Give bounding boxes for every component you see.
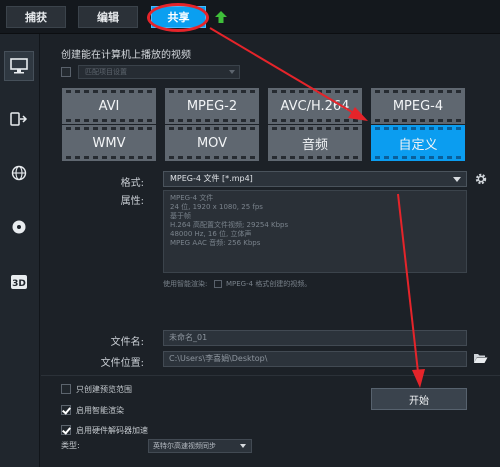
project-settings-select[interactable]: 匹配项目设置 <box>78 65 240 79</box>
hw-accel-checkbox[interactable] <box>61 425 71 435</box>
start-button[interactable]: 开始 <box>371 388 467 410</box>
device-icon <box>10 112 28 126</box>
property-line: 基于帧 <box>170 212 191 220</box>
property-line: MPEG AAC 音频: 256 Kbps <box>170 239 261 247</box>
divider <box>41 375 500 376</box>
gear-icon[interactable] <box>474 172 488 186</box>
format-select[interactable]: MPEG-4 文件 [*.mp4] <box>163 171 467 187</box>
properties-box: MPEG-4 文件 24 位, 1920 x 1080, 25 fps 基于帧 … <box>163 190 467 273</box>
preview-range-checkbox[interactable] <box>61 384 71 394</box>
format-avi[interactable]: AVI <box>62 88 156 124</box>
chevron-down-icon <box>240 444 246 448</box>
hw-accel-label: 启用硬件解码器加速 <box>76 426 148 435</box>
format-mpeg2[interactable]: MPEG-2 <box>165 88 259 124</box>
format-audio[interactable]: 音频 <box>268 125 362 161</box>
chevron-down-icon <box>453 177 461 182</box>
3d-icon: 3D <box>11 275 27 289</box>
preview-range-label: 只创建预览范围 <box>76 385 132 394</box>
sidebar-device[interactable] <box>4 104 34 134</box>
smart-render-hint: MPEG-4 格式创建的视频。 <box>226 280 312 288</box>
property-line: 48000 Hz, 16 位, 立体声 <box>170 230 252 238</box>
smart-render-option-checkbox[interactable] <box>61 405 71 415</box>
sidebar-web[interactable] <box>4 158 34 188</box>
folder-icon[interactable] <box>473 352 488 364</box>
type-select-value: 英特尔高速视频同步 <box>153 442 216 450</box>
property-line: H.264 高配置文件视频; 29254 Kbps <box>170 221 289 229</box>
smart-render-checkbox[interactable] <box>214 280 222 288</box>
globe-icon <box>11 165 27 181</box>
format-mpeg4[interactable]: MPEG-4 <box>371 88 465 124</box>
top-bar: 捕获 编辑 共享 <box>0 0 500 34</box>
type-label: 类型: <box>61 441 80 450</box>
smart-render-text: 使用智能渲染: <box>163 280 208 288</box>
location-input[interactable]: C:\Users\李喜娟\Desktop\ <box>163 351 467 367</box>
tab-capture[interactable]: 捕获 <box>6 6 66 28</box>
format-custom[interactable]: 自定义 <box>371 125 465 161</box>
format-avc[interactable]: AVC/H.264 <box>268 88 362 124</box>
filename-input[interactable]: 未命名_01 <box>163 330 467 346</box>
property-line: MPEG-4 文件 <box>170 194 214 202</box>
monitor-icon <box>10 58 28 74</box>
filename-label: 文件名: <box>110 337 144 348</box>
sidebar-disc[interactable] <box>4 212 34 242</box>
tab-edit[interactable]: 编辑 <box>78 6 138 28</box>
page-title: 创建能在计算机上播放的视频 <box>61 50 191 61</box>
dim-checkbox[interactable] <box>61 67 71 77</box>
upload-icon[interactable] <box>214 10 228 24</box>
sidebar-computer[interactable] <box>4 51 34 81</box>
svg-text:3D: 3D <box>12 279 26 289</box>
format-wmv[interactable]: WMV <box>62 125 156 161</box>
disc-icon <box>12 220 26 234</box>
format-mov[interactable]: MOV <box>165 125 259 161</box>
property-line: 24 位, 1920 x 1080, 25 fps <box>170 203 263 211</box>
smart-render-option-label: 启用智能渲染 <box>76 406 124 415</box>
annotation-circle <box>147 3 209 32</box>
project-settings-value: 匹配项目设置 <box>85 68 127 76</box>
sidebar-3d[interactable]: 3D <box>4 267 34 297</box>
chevron-down-icon <box>229 70 235 74</box>
format-select-value: MPEG-4 文件 [*.mp4] <box>170 174 253 183</box>
type-select[interactable]: 英特尔高速视频同步 <box>148 439 252 453</box>
sidebar: 3D <box>0 34 40 467</box>
format-label: 格式: <box>120 178 144 189</box>
location-label: 文件位置: <box>100 358 144 369</box>
properties-label: 属性: <box>120 196 144 207</box>
